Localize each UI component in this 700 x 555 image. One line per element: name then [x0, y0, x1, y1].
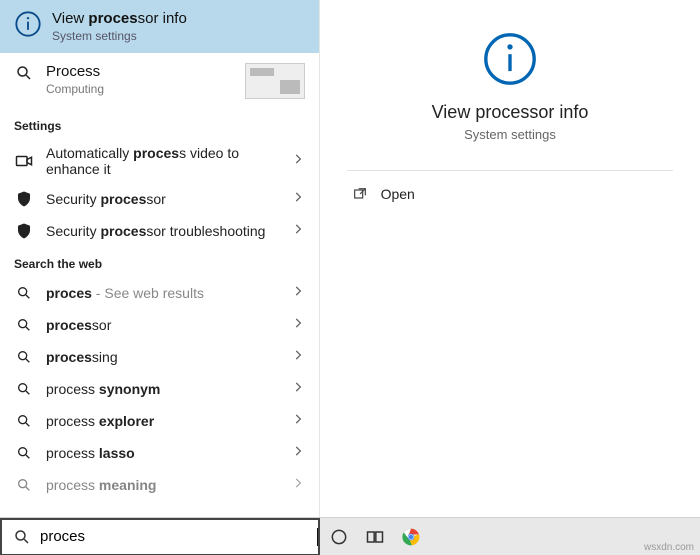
chevron-right-icon — [291, 316, 305, 335]
search-icon — [14, 283, 34, 303]
web-item-label: processor — [46, 317, 291, 333]
section-header-settings: Settings — [0, 109, 319, 139]
settings-list: Automatically process video to enhance i… — [0, 139, 319, 247]
search-icon — [14, 315, 34, 335]
shield-icon — [14, 189, 34, 209]
chevron-right-icon — [291, 222, 305, 241]
web-item[interactable]: processor — [0, 309, 319, 341]
chevron-right-icon — [291, 444, 305, 463]
cortana-icon[interactable] — [328, 526, 350, 548]
search-input[interactable] — [40, 528, 316, 545]
web-item[interactable]: proces - See web results — [0, 277, 319, 309]
search-icon — [14, 63, 34, 83]
search-icon — [12, 527, 32, 547]
search-icon — [14, 347, 34, 367]
chevron-right-icon — [291, 476, 305, 495]
bottom-bar — [0, 517, 700, 555]
search-icon — [14, 443, 34, 463]
shield-icon — [14, 221, 34, 241]
results-panel: View processor info System settings Proc… — [0, 0, 320, 517]
info-icon — [481, 30, 539, 88]
settings-item-label: Security processor troubleshooting — [46, 223, 291, 239]
result-process-subtitle: Computing — [46, 82, 245, 96]
web-item[interactable]: processing — [0, 341, 319, 373]
open-icon — [351, 185, 369, 203]
best-match-text: View processor info System settings — [52, 10, 305, 43]
open-action[interactable]: Open — [347, 171, 674, 217]
chevron-right-icon — [291, 284, 305, 303]
web-item[interactable]: process lasso — [0, 437, 319, 469]
result-process-thumbnail — [245, 63, 305, 99]
best-match-subtitle: System settings — [52, 29, 305, 43]
web-item-label: processing — [46, 349, 291, 365]
chevron-right-icon — [291, 152, 305, 171]
web-item-label: proces - See web results — [46, 285, 291, 301]
settings-item-security-processor[interactable]: Security processor — [0, 183, 319, 215]
detail-panel: View processor info System settings Open — [320, 0, 700, 517]
web-item[interactable]: process synonym — [0, 373, 319, 405]
best-match-item[interactable]: View processor info System settings — [0, 0, 319, 53]
settings-item-label: Automatically process video to enhance i… — [46, 145, 291, 177]
web-item-label: process synonym — [46, 381, 291, 397]
web-item-label: process explorer — [46, 413, 291, 429]
web-item[interactable]: process explorer — [0, 405, 319, 437]
detail-subtitle: System settings — [464, 127, 556, 142]
chrome-icon[interactable] — [400, 526, 422, 548]
chevron-right-icon — [291, 190, 305, 209]
result-process-text: Process Computing — [46, 63, 245, 96]
web-item[interactable]: process meaning — [0, 469, 319, 501]
result-process-title: Process — [46, 63, 245, 80]
video-icon — [14, 151, 34, 171]
chevron-right-icon — [291, 412, 305, 431]
web-item-label: process meaning — [46, 477, 291, 493]
watermark: wsxdn.com — [644, 542, 694, 553]
settings-item-label: Security processor — [46, 191, 291, 207]
search-icon — [14, 475, 34, 495]
task-view-icon[interactable] — [364, 526, 386, 548]
web-list: proces - See web results processor proce… — [0, 277, 319, 501]
settings-item-video-enhance[interactable]: Automatically process video to enhance i… — [0, 139, 319, 183]
search-icon — [14, 411, 34, 431]
settings-item-security-troubleshoot[interactable]: Security processor troubleshooting — [0, 215, 319, 247]
search-box[interactable] — [0, 518, 320, 555]
chevron-right-icon — [291, 380, 305, 399]
best-match-title: View processor info — [52, 10, 305, 27]
info-icon — [14, 10, 42, 38]
chevron-right-icon — [291, 348, 305, 367]
text-cursor — [317, 528, 318, 546]
result-process[interactable]: Process Computing — [0, 53, 319, 109]
open-label: Open — [381, 186, 415, 202]
search-icon — [14, 379, 34, 399]
detail-title: View processor info — [432, 102, 589, 123]
web-item-label: process lasso — [46, 445, 291, 461]
section-header-web: Search the web — [0, 247, 319, 277]
